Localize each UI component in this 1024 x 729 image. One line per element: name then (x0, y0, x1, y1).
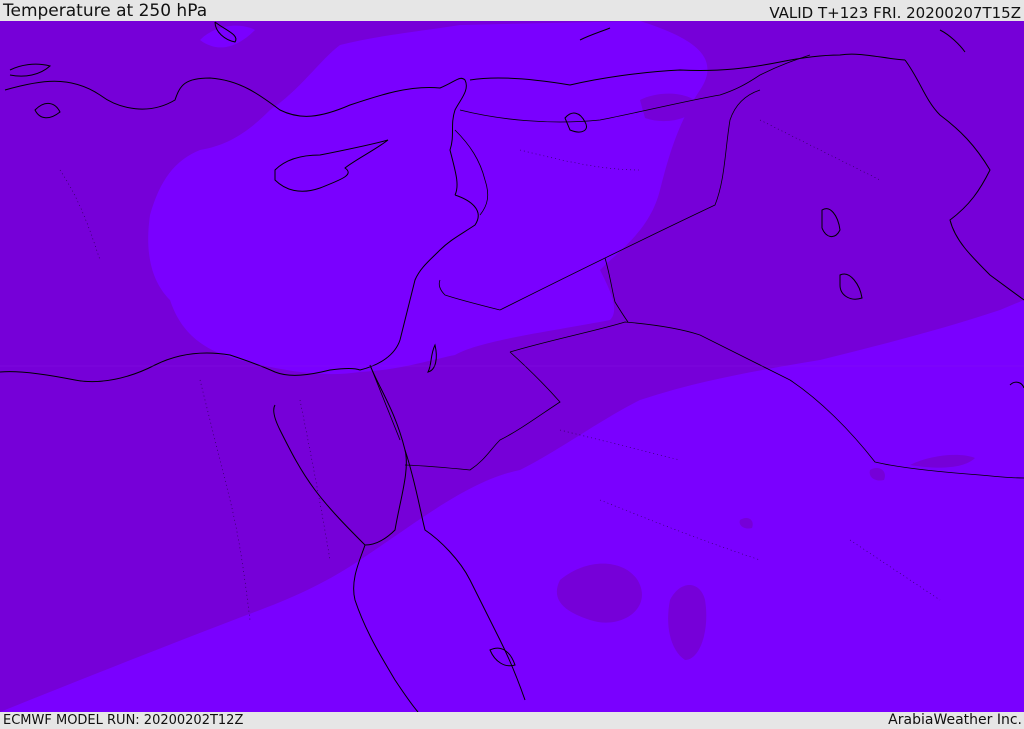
model-run-label: ECMWF MODEL RUN: 20200202T12Z (3, 713, 244, 728)
temperature-map (0, 21, 1024, 712)
header-bar: Temperature at 250 hPa VALID T+123 FRI. … (0, 0, 1024, 21)
map-title: Temperature at 250 hPa (3, 1, 208, 21)
credit-label: ArabiaWeather Inc. (888, 712, 1022, 728)
valid-time: VALID T+123 FRI. 20200207T15Z (769, 4, 1021, 22)
footer-bar: ECMWF MODEL RUN: 20200202T12Z ArabiaWeat… (0, 712, 1024, 729)
